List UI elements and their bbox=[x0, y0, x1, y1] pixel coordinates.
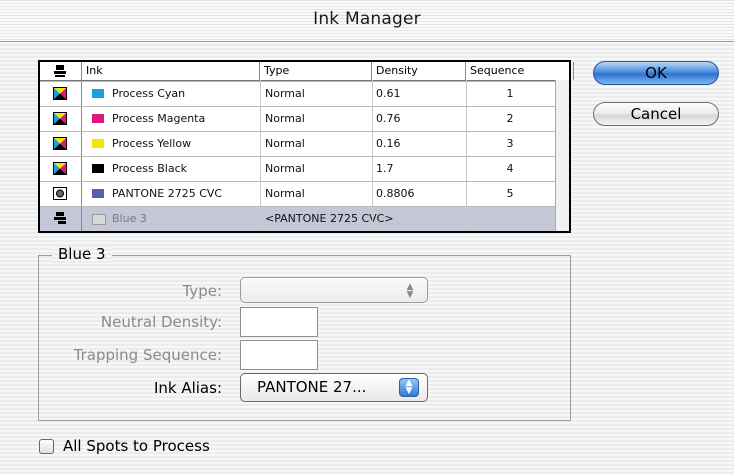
ink-color-swatch bbox=[92, 139, 104, 148]
type-popup[interactable]: ▲ ▼ bbox=[240, 277, 428, 303]
ink-color-swatch bbox=[92, 214, 106, 225]
header-density[interactable]: Density bbox=[372, 62, 466, 80]
process-ink-icon bbox=[53, 137, 67, 150]
neutral-density-label: Neutral Density: bbox=[100, 313, 222, 331]
table-row[interactable]: Process Black Normal 1.7 4 bbox=[40, 156, 555, 181]
ink-sequence: 3 bbox=[506, 137, 514, 150]
all-spots-to-process-label[interactable]: All Spots to Process bbox=[63, 437, 210, 455]
ink-table-header: Ink Type Density Sequence bbox=[40, 62, 574, 81]
ink-type-cell[interactable] bbox=[40, 82, 82, 106]
ink-type-cell[interactable] bbox=[40, 132, 82, 156]
column-divider bbox=[372, 80, 373, 231]
alias-ink-icon bbox=[54, 212, 66, 224]
title-bar: Ink Manager bbox=[0, 0, 734, 42]
process-ink-icon bbox=[53, 162, 67, 175]
ok-button[interactable]: OK bbox=[593, 61, 719, 85]
cancel-button[interactable]: Cancel bbox=[593, 102, 719, 126]
ink-type-cell[interactable] bbox=[40, 157, 82, 181]
ink-type: Normal bbox=[265, 87, 305, 100]
group-title: Blue 3 bbox=[52, 245, 112, 263]
ink-type-cell[interactable] bbox=[40, 207, 82, 231]
header-ink[interactable]: Ink bbox=[82, 62, 260, 80]
ink-type: Normal bbox=[265, 112, 305, 125]
ink-name: Process Black bbox=[112, 162, 187, 175]
table-row[interactable]: Process Magenta Normal 0.76 2 bbox=[40, 106, 555, 131]
table-scrollbar[interactable] bbox=[555, 80, 569, 231]
column-divider bbox=[466, 80, 467, 231]
ink-color-swatch bbox=[92, 164, 104, 173]
column-divider bbox=[260, 80, 261, 231]
ink-name: Process Yellow bbox=[112, 137, 192, 150]
ink-density: 1.7 bbox=[376, 162, 394, 175]
all-spots-to-process-checkbox[interactable] bbox=[39, 439, 54, 454]
table-row[interactable]: Process Cyan Normal 0.61 1 bbox=[40, 81, 555, 106]
ink-type-cell[interactable] bbox=[40, 107, 82, 131]
ink-color-swatch bbox=[92, 114, 104, 123]
ink-sequence: 1 bbox=[506, 87, 514, 100]
ink-density: 0.76 bbox=[376, 112, 401, 125]
ink-alias-popup[interactable]: PANTONE 27... ▲ ▼ bbox=[240, 373, 428, 402]
table-row[interactable]: PANTONE 2725 CVC Normal 0.8806 5 bbox=[40, 181, 555, 206]
process-ink-icon bbox=[53, 87, 67, 100]
ink-sequence: 2 bbox=[506, 112, 514, 125]
process-ink-icon bbox=[53, 112, 67, 125]
ink-name: Process Magenta bbox=[112, 112, 206, 125]
window-title: Ink Manager bbox=[313, 9, 421, 29]
trapping-sequence-field[interactable] bbox=[240, 340, 318, 370]
ink-density: 0.16 bbox=[376, 137, 401, 150]
spot-ink-icon bbox=[53, 187, 67, 200]
ink-alias-label: Ink Alias: bbox=[153, 379, 222, 397]
ink-density: 0.61 bbox=[376, 87, 401, 100]
header-type[interactable]: Type bbox=[260, 62, 372, 80]
ink-status-icon bbox=[54, 65, 66, 77]
header-sequence[interactable]: Sequence bbox=[466, 62, 574, 80]
ink-type: Normal bbox=[265, 162, 305, 175]
trapping-sequence-label: Trapping Sequence: bbox=[73, 346, 222, 364]
header-ink-type-column[interactable] bbox=[40, 62, 82, 80]
ink-alias-value: PANTONE 27... bbox=[257, 378, 367, 396]
ink-name: PANTONE 2725 CVC bbox=[112, 187, 223, 200]
table-row[interactable]: Process Yellow Normal 0.16 3 bbox=[40, 131, 555, 156]
ink-name: Blue 3 bbox=[112, 212, 147, 225]
popup-arrows-icon: ▲ ▼ bbox=[399, 378, 419, 397]
ink-type: Normal bbox=[265, 187, 305, 200]
ink-density: 0.8806 bbox=[376, 187, 415, 200]
ink-type: <PANTONE 2725 CVC> bbox=[265, 212, 394, 225]
ink-sequence: 4 bbox=[506, 162, 514, 175]
ink-type-cell[interactable] bbox=[40, 182, 82, 206]
ink-name: Process Cyan bbox=[112, 87, 186, 100]
neutral-density-field[interactable] bbox=[240, 307, 318, 337]
ink-color-swatch bbox=[92, 189, 104, 198]
ink-color-swatch bbox=[92, 89, 104, 98]
ink-table[interactable]: Ink Type Density Sequence Process Cyan No… bbox=[38, 60, 574, 233]
type-label: Type: bbox=[182, 282, 222, 300]
ink-type: Normal bbox=[265, 137, 305, 150]
table-row[interactable]: Blue 3 <PANTONE 2725 CVC> bbox=[40, 206, 555, 231]
popup-arrows-icon: ▲ ▼ bbox=[406, 282, 414, 300]
ink-sequence: 5 bbox=[506, 187, 514, 200]
